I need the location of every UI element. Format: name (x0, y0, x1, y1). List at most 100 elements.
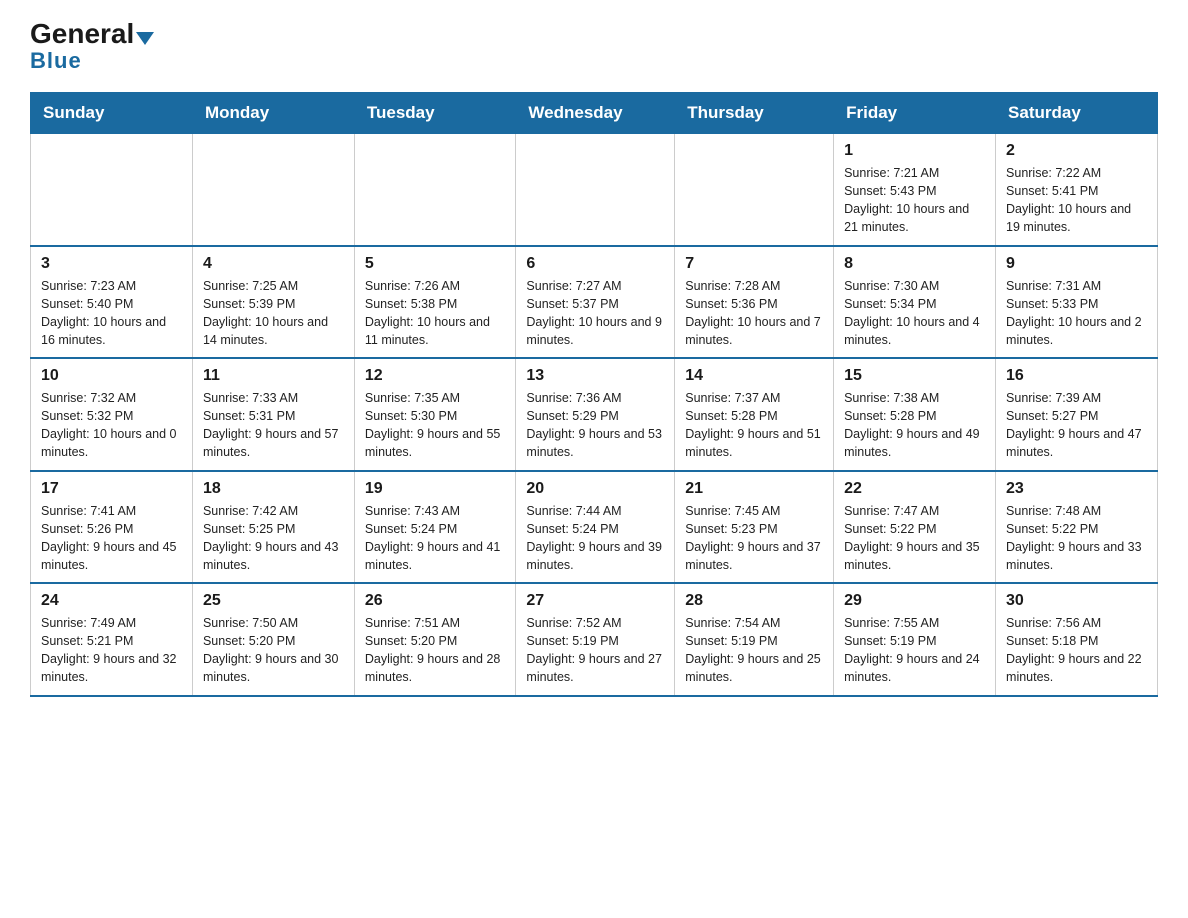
day-info: Sunrise: 7:38 AM Sunset: 5:28 PM Dayligh… (844, 389, 985, 462)
calendar-cell (516, 134, 675, 246)
day-number: 2 (1006, 142, 1147, 160)
day-number: 17 (41, 480, 182, 498)
weekday-header-thursday: Thursday (675, 93, 834, 134)
day-number: 22 (844, 480, 985, 498)
calendar-cell: 3 Sunrise: 7:23 AM Sunset: 5:40 PM Daylig… (31, 246, 193, 359)
day-number: 19 (365, 480, 506, 498)
day-number: 4 (203, 255, 344, 273)
day-number: 5 (365, 255, 506, 273)
calendar-cell: 29 Sunrise: 7:55 AM Sunset: 5:19 PM Dayli… (834, 583, 996, 696)
day-number: 3 (41, 255, 182, 273)
calendar-week-row: 3 Sunrise: 7:23 AM Sunset: 5:40 PM Daylig… (31, 246, 1158, 359)
day-info: Sunrise: 7:44 AM Sunset: 5:24 PM Dayligh… (526, 502, 664, 575)
calendar-cell: 15Sunrise: 7:38 AM Sunset: 5:28 PM Dayli… (834, 358, 996, 471)
calendar-cell: 27 Sunrise: 7:52 AM Sunset: 5:19 PM Dayli… (516, 583, 675, 696)
calendar-cell: 17 Sunrise: 7:41 AM Sunset: 5:26 PM Dayli… (31, 471, 193, 584)
calendar-cell: 14 Sunrise: 7:37 AM Sunset: 5:28 PM Dayli… (675, 358, 834, 471)
logo-text: General (30, 20, 154, 48)
calendar-cell: 25 Sunrise: 7:50 AM Sunset: 5:20 PM Dayli… (192, 583, 354, 696)
day-info: Sunrise: 7:52 AM Sunset: 5:19 PM Dayligh… (526, 614, 664, 687)
calendar-cell: 10 Sunrise: 7:32 AM Sunset: 5:32 PM Dayli… (31, 358, 193, 471)
day-number: 1 (844, 142, 985, 160)
day-number: 28 (685, 592, 823, 610)
calendar-cell: 16 Sunrise: 7:39 AM Sunset: 5:27 PM Dayli… (996, 358, 1158, 471)
calendar-cell (31, 134, 193, 246)
page-header: General Blue (30, 20, 1158, 74)
day-number: 6 (526, 255, 664, 273)
calendar-cell: 6 Sunrise: 7:27 AM Sunset: 5:37 PM Daylig… (516, 246, 675, 359)
day-number: 23 (1006, 480, 1147, 498)
day-info: Sunrise: 7:36 AM Sunset: 5:29 PM Dayligh… (526, 389, 664, 462)
day-number: 27 (526, 592, 664, 610)
logo-general: General (30, 18, 134, 49)
day-info: Sunrise: 7:21 AM Sunset: 5:43 PM Dayligh… (844, 164, 985, 237)
weekday-header-sunday: Sunday (31, 93, 193, 134)
day-info: Sunrise: 7:27 AM Sunset: 5:37 PM Dayligh… (526, 277, 664, 350)
day-info: Sunrise: 7:25 AM Sunset: 5:39 PM Dayligh… (203, 277, 344, 350)
day-number: 29 (844, 592, 985, 610)
calendar-cell (192, 134, 354, 246)
day-number: 16 (1006, 367, 1147, 385)
calendar-cell: 4 Sunrise: 7:25 AM Sunset: 5:39 PM Daylig… (192, 246, 354, 359)
calendar-table: SundayMondayTuesdayWednesdayThursdayFrid… (30, 92, 1158, 697)
day-number: 25 (203, 592, 344, 610)
day-number: 20 (526, 480, 664, 498)
day-info: Sunrise: 7:37 AM Sunset: 5:28 PM Dayligh… (685, 389, 823, 462)
day-number: 10 (41, 367, 182, 385)
day-info: Sunrise: 7:50 AM Sunset: 5:20 PM Dayligh… (203, 614, 344, 687)
calendar-cell: 20 Sunrise: 7:44 AM Sunset: 5:24 PM Dayli… (516, 471, 675, 584)
day-info: Sunrise: 7:35 AM Sunset: 5:30 PM Dayligh… (365, 389, 506, 462)
day-info: Sunrise: 7:45 AM Sunset: 5:23 PM Dayligh… (685, 502, 823, 575)
day-info: Sunrise: 7:31 AM Sunset: 5:33 PM Dayligh… (1006, 277, 1147, 350)
calendar-cell: 19Sunrise: 7:43 AM Sunset: 5:24 PM Dayli… (354, 471, 516, 584)
day-info: Sunrise: 7:26 AM Sunset: 5:38 PM Dayligh… (365, 277, 506, 350)
day-info: Sunrise: 7:33 AM Sunset: 5:31 PM Dayligh… (203, 389, 344, 462)
calendar-week-row: 1 Sunrise: 7:21 AM Sunset: 5:43 PM Daylig… (31, 134, 1158, 246)
day-number: 18 (203, 480, 344, 498)
calendar-cell: 8Sunrise: 7:30 AM Sunset: 5:34 PM Daylig… (834, 246, 996, 359)
calendar-cell: 1 Sunrise: 7:21 AM Sunset: 5:43 PM Daylig… (834, 134, 996, 246)
day-info: Sunrise: 7:39 AM Sunset: 5:27 PM Dayligh… (1006, 389, 1147, 462)
day-info: Sunrise: 7:55 AM Sunset: 5:19 PM Dayligh… (844, 614, 985, 687)
day-info: Sunrise: 7:41 AM Sunset: 5:26 PM Dayligh… (41, 502, 182, 575)
day-info: Sunrise: 7:28 AM Sunset: 5:36 PM Dayligh… (685, 277, 823, 350)
weekday-header-friday: Friday (834, 93, 996, 134)
weekday-header-monday: Monday (192, 93, 354, 134)
day-info: Sunrise: 7:42 AM Sunset: 5:25 PM Dayligh… (203, 502, 344, 575)
day-number: 14 (685, 367, 823, 385)
day-info: Sunrise: 7:49 AM Sunset: 5:21 PM Dayligh… (41, 614, 182, 687)
logo-triangle-icon (136, 32, 154, 45)
logo-blue-text: Blue (30, 48, 82, 74)
day-number: 13 (526, 367, 664, 385)
calendar-body: 1 Sunrise: 7:21 AM Sunset: 5:43 PM Daylig… (31, 134, 1158, 696)
calendar-cell: 18 Sunrise: 7:42 AM Sunset: 5:25 PM Dayli… (192, 471, 354, 584)
calendar-cell: 13 Sunrise: 7:36 AM Sunset: 5:29 PM Dayli… (516, 358, 675, 471)
day-info: Sunrise: 7:22 AM Sunset: 5:41 PM Dayligh… (1006, 164, 1147, 237)
calendar-cell: 26Sunrise: 7:51 AM Sunset: 5:20 PM Dayli… (354, 583, 516, 696)
calendar-cell: 9Sunrise: 7:31 AM Sunset: 5:33 PM Daylig… (996, 246, 1158, 359)
calendar-cell: 21Sunrise: 7:45 AM Sunset: 5:23 PM Dayli… (675, 471, 834, 584)
day-info: Sunrise: 7:32 AM Sunset: 5:32 PM Dayligh… (41, 389, 182, 462)
logo: General Blue (30, 20, 154, 74)
day-number: 26 (365, 592, 506, 610)
calendar-cell: 24 Sunrise: 7:49 AM Sunset: 5:21 PM Dayli… (31, 583, 193, 696)
weekday-header-row: SundayMondayTuesdayWednesdayThursdayFrid… (31, 93, 1158, 134)
day-number: 12 (365, 367, 506, 385)
calendar-cell: 28 Sunrise: 7:54 AM Sunset: 5:19 PM Dayli… (675, 583, 834, 696)
calendar-cell (354, 134, 516, 246)
day-number: 7 (685, 255, 823, 273)
calendar-cell: 2 Sunrise: 7:22 AM Sunset: 5:41 PM Daylig… (996, 134, 1158, 246)
day-info: Sunrise: 7:56 AM Sunset: 5:18 PM Dayligh… (1006, 614, 1147, 687)
calendar-cell (675, 134, 834, 246)
calendar-week-row: 24 Sunrise: 7:49 AM Sunset: 5:21 PM Dayli… (31, 583, 1158, 696)
calendar-week-row: 10 Sunrise: 7:32 AM Sunset: 5:32 PM Dayli… (31, 358, 1158, 471)
calendar-cell: 12 Sunrise: 7:35 AM Sunset: 5:30 PM Dayli… (354, 358, 516, 471)
day-info: Sunrise: 7:48 AM Sunset: 5:22 PM Dayligh… (1006, 502, 1147, 575)
weekday-header-tuesday: Tuesday (354, 93, 516, 134)
day-info: Sunrise: 7:23 AM Sunset: 5:40 PM Dayligh… (41, 277, 182, 350)
calendar-cell: 30Sunrise: 7:56 AM Sunset: 5:18 PM Dayli… (996, 583, 1158, 696)
calendar-cell: 7 Sunrise: 7:28 AM Sunset: 5:36 PM Daylig… (675, 246, 834, 359)
day-info: Sunrise: 7:54 AM Sunset: 5:19 PM Dayligh… (685, 614, 823, 687)
calendar-cell: 22Sunrise: 7:47 AM Sunset: 5:22 PM Dayli… (834, 471, 996, 584)
day-number: 24 (41, 592, 182, 610)
